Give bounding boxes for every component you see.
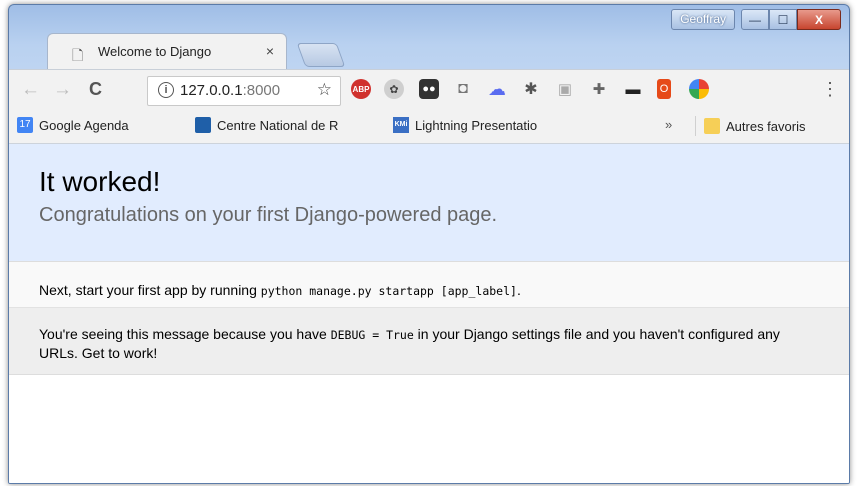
reload-icon[interactable]: C [89,79,102,100]
maximize-button[interactable]: ☐ [769,9,797,30]
url-text[interactable]: 127.0.0.1:8000 [180,82,280,99]
bookmarks-bar: 17 Google Agenda Centre National de R KM… [9,109,849,144]
puzzle-icon[interactable]: ✚ [589,79,609,99]
address-bar[interactable]: i 127.0.0.1:8000 ☆ [147,76,341,106]
profile-button[interactable]: Geoffray [671,9,735,30]
bookmark-label: Centre National de R [217,117,339,133]
image-icon[interactable]: ▣ [555,79,575,99]
page-title: It worked! [39,166,161,197]
page-content: It worked! Congratulations on your first… [9,144,849,483]
calendar-icon: 17 [17,117,33,133]
office-icon[interactable]: O [657,79,671,99]
bookmark-other-folder[interactable]: Autres favoris [695,116,805,136]
instructions-text: Next, start your first app by running py… [39,282,521,298]
summary-section: It worked! Congratulations on your first… [9,144,849,262]
bookmarks-overflow-icon[interactable]: » [665,117,672,132]
folder-icon [704,118,720,134]
browser-window: Geoffray — ☐ X 🗋 Welcome to Django × ← →… [8,4,850,484]
tab-title: Welcome to Django [98,44,212,59]
menu-kebab-icon[interactable]: ⋮ [821,79,839,100]
tab-close-icon[interactable]: × [266,43,274,59]
bookmark-lightning-presentation[interactable]: KMi Lightning Presentatio [393,117,537,133]
incognito-icon[interactable]: ▬ [623,79,643,99]
adblock-icon[interactable]: ABP [351,79,371,99]
kmi-icon: KMi [393,117,409,133]
forward-arrow-icon[interactable]: → [53,79,72,101]
explanation-section: You're seeing this message because you h… [9,308,849,375]
explanation-text: You're seeing this message because you h… [39,326,780,361]
browser-toolbar: ← → C i 127.0.0.1:8000 ☆ ABP ✿ ●● ◘ ☁ ✱ … [9,69,849,110]
bug-icon[interactable]: ✱ [521,79,541,99]
bookmark-label: Google Agenda [39,117,129,133]
color-wheel-icon[interactable] [689,79,709,99]
close-button[interactable]: X [797,9,841,30]
page-icon: 🗋 [72,47,84,63]
bookmark-label: Autres favoris [726,118,806,134]
camera-icon[interactable]: ◘ [453,79,473,99]
instructions-section: Next, start your first app by running py… [9,262,849,308]
cnr-icon [195,117,211,133]
info-icon[interactable]: i [158,82,174,98]
new-tab-button[interactable] [296,43,346,67]
debug-setting: DEBUG = True [330,328,414,342]
bookmark-centre-national[interactable]: Centre National de R [195,117,338,133]
bookmark-star-icon[interactable]: ☆ [317,80,332,100]
startapp-command: python manage.py startapp [app_label] [260,284,517,298]
minimize-button[interactable]: — [741,9,769,30]
window-buttons: — ☐ X [741,9,841,30]
back-arrow-icon[interactable]: ← [21,79,40,101]
page-subtitle: Congratulations on your first Django-pow… [39,204,498,226]
window-caption-controls: Geoffray — ☐ X [671,9,841,30]
film-reel-icon[interactable]: ✿ [384,79,404,99]
tampermonkey-icon[interactable]: ●● [419,79,439,99]
tab-welcome-to-django[interactable]: 🗋 Welcome to Django × [47,33,287,70]
bookmark-label: Lightning Presentatio [415,117,538,133]
cloud-icon[interactable]: ☁ [487,79,507,99]
bookmark-google-agenda[interactable]: 17 Google Agenda [17,117,129,133]
